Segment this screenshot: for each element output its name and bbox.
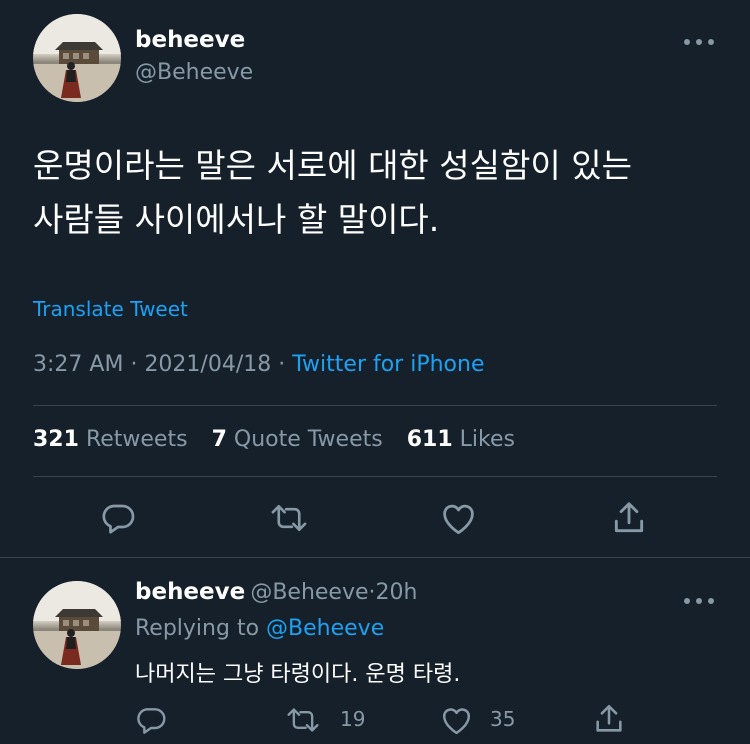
section-divider (0, 557, 750, 558)
quotes-stat[interactable]: 7 Quote Tweets (212, 427, 390, 452)
reply-text: 나머지는 그냥 타령이다. 운명 타령. (135, 662, 461, 687)
tweet-stats: 321 Retweets 7 Quote Tweets 611 Likes (33, 427, 515, 452)
share-icon[interactable] (610, 499, 648, 541)
reply-time[interactable]: 20h (376, 580, 418, 605)
reply-icon[interactable] (100, 500, 136, 540)
quotes-label: Quote Tweets (233, 427, 383, 452)
retweets-label: Retweets (85, 427, 188, 452)
reply-author-avatar[interactable] (33, 581, 121, 669)
reply-author-name[interactable]: beheeve (135, 579, 245, 605)
translate-link[interactable]: Translate Tweet (33, 297, 188, 321)
tweet-time[interactable]: 3:27 AM (33, 352, 123, 377)
more-icon[interactable] (682, 28, 716, 52)
separator: · (130, 352, 138, 377)
likes-label: Likes (459, 427, 515, 452)
reply-author-handle[interactable]: @Beheeve (250, 580, 368, 605)
avatar-photo (33, 14, 121, 102)
retweets-stat[interactable]: 321 Retweets (33, 427, 195, 452)
like-icon[interactable] (440, 501, 477, 539)
reply-retweet-count: 19 (340, 707, 366, 731)
retweet-icon[interactable] (286, 704, 320, 740)
replying-to-handle[interactable]: @Beheeve (266, 616, 384, 641)
reply-like-count: 35 (490, 707, 516, 731)
quotes-count: 7 (211, 427, 227, 452)
divider (33, 476, 717, 477)
replying-to-label: Replying to (135, 616, 260, 641)
share-icon[interactable] (592, 702, 626, 740)
avatar-photo (33, 581, 121, 669)
reply-header: beheeve @Beheeve·20h (135, 579, 417, 605)
like-icon[interactable] (440, 705, 473, 739)
tweet-text-line-1: 운명이라는 말은 서로에 대한 성실함이 있는 (33, 146, 632, 185)
retweets-count: 321 (33, 427, 79, 452)
tweet-source-link[interactable]: Twitter for iPhone (292, 352, 484, 377)
author-name[interactable]: beheeve (135, 27, 245, 53)
tweet-text-line-2: 사람들 사이에서나 할 말이다. (33, 200, 440, 239)
reply-icon[interactable] (135, 704, 167, 740)
more-icon[interactable] (682, 587, 716, 611)
retweet-icon[interactable] (270, 500, 308, 540)
tweet-timestamp: 3:27 AM · 2021/04/18 · Twitter for iPhon… (33, 352, 484, 377)
tweet-date[interactable]: 2021/04/18 (144, 352, 271, 377)
author-avatar[interactable] (33, 14, 121, 102)
likes-stat[interactable]: 611 Likes (407, 427, 515, 452)
author-handle[interactable]: @Beheeve (135, 60, 253, 85)
separator: · (368, 580, 376, 605)
divider (33, 405, 717, 406)
tweet-text: 운명이라는 말은 서로에 대한 성실함이 있는 사람들 사이에서나 할 말이다. (33, 139, 733, 247)
separator: · (278, 352, 286, 377)
likes-count: 611 (406, 427, 453, 452)
replying-to: Replying to @Beheeve (135, 616, 384, 641)
